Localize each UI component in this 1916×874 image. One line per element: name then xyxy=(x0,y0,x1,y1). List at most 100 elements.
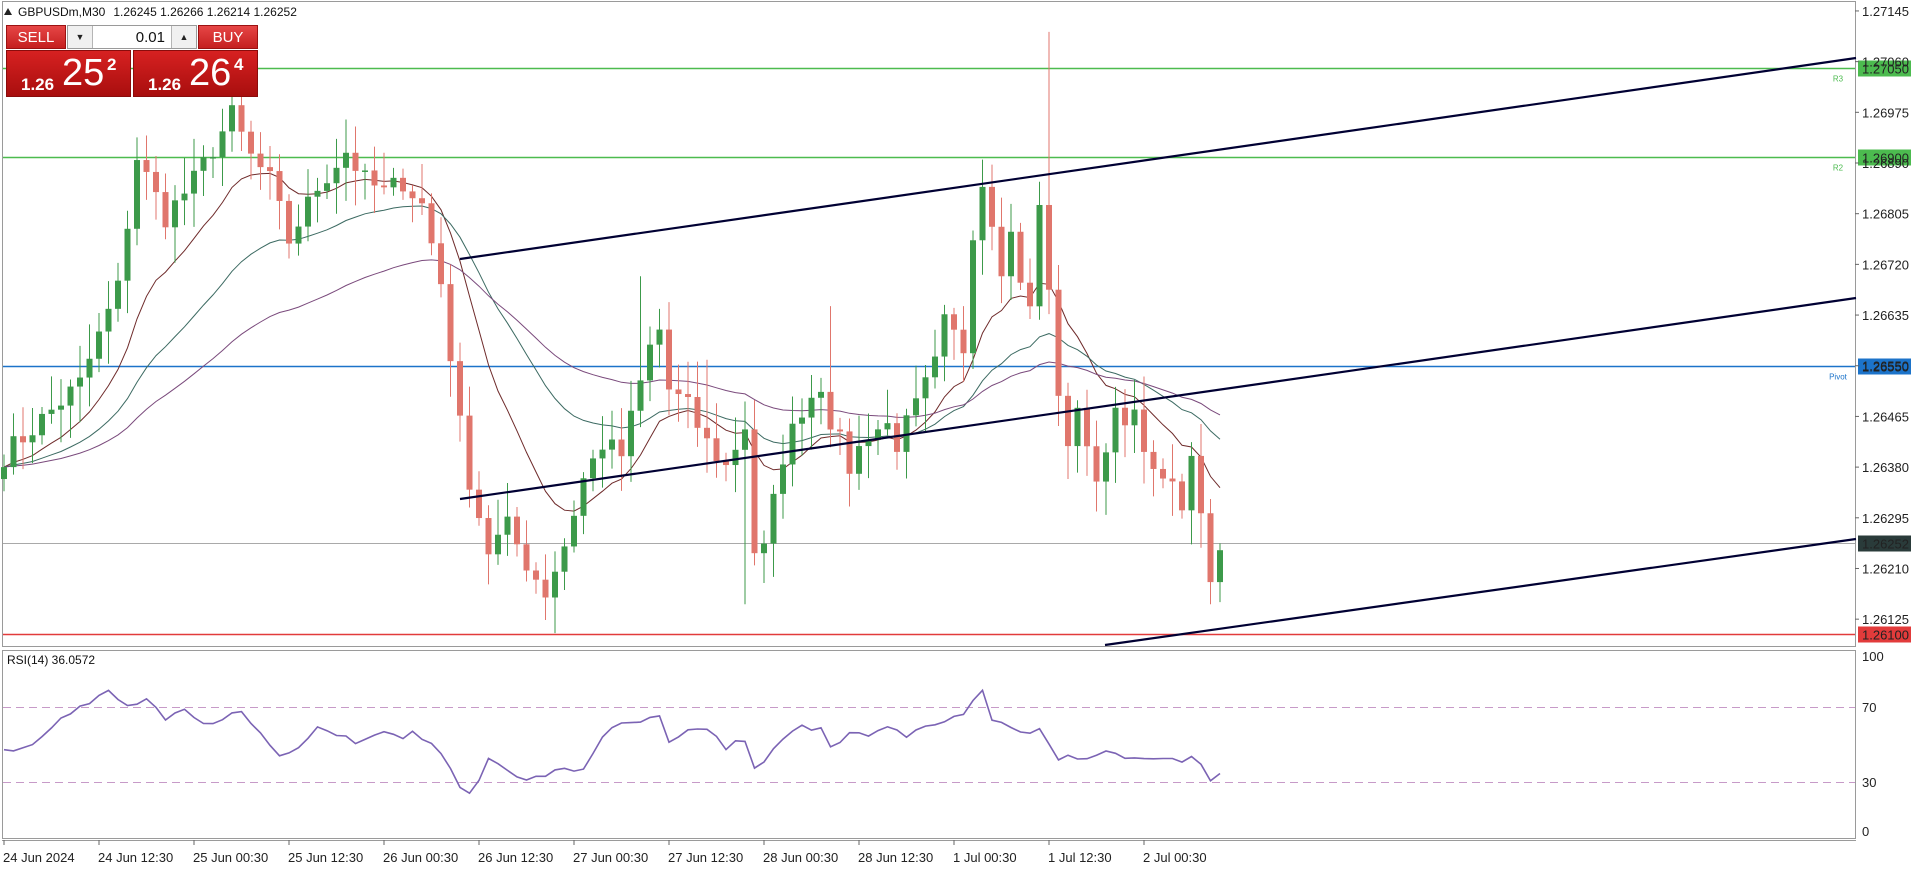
chevron-down-icon: ▼ xyxy=(75,32,85,42)
candle-body-56 xyxy=(533,570,539,580)
candle-body-23 xyxy=(219,131,226,158)
rsi-panel: 100 70 30 0 RSI(14) 36.0572 xyxy=(3,649,1884,839)
candles xyxy=(1,31,1223,634)
candle-body-28 xyxy=(267,167,273,172)
candle-body-59 xyxy=(561,546,568,572)
candle-body-107 xyxy=(1017,231,1024,283)
time-tick-label-12: 2 Jul 00:30 xyxy=(1143,850,1207,865)
candle-body-55 xyxy=(523,544,530,571)
candle-body-9 xyxy=(86,358,93,378)
price-tick-label-3: 1.26890 xyxy=(1862,156,1909,171)
time-tick-label-3: 25 Jun 12:30 xyxy=(288,850,363,865)
rsi-tick-label-1: 70 xyxy=(1862,700,1876,715)
candle-body-80 xyxy=(761,543,767,554)
price-tick-label-8: 1.26465 xyxy=(1862,409,1909,424)
candle-body-7 xyxy=(67,386,74,406)
candle-body-64 xyxy=(609,439,615,450)
candle-body-113 xyxy=(1074,407,1081,447)
candle-body-121 xyxy=(1150,451,1157,469)
candle-body-99 xyxy=(941,314,948,357)
candle-body-17 xyxy=(162,192,169,228)
candle-body-5 xyxy=(48,409,55,414)
levels-layer: R3 R2 Pivot xyxy=(3,67,1855,636)
candle-body-87 xyxy=(827,391,834,430)
candle-body-19 xyxy=(181,193,188,201)
candle-body-65 xyxy=(618,439,625,457)
candle-body-114 xyxy=(1084,407,1090,447)
candle-body-85 xyxy=(808,397,815,418)
candle-body-86 xyxy=(818,391,824,398)
sell-price-button[interactable]: 1.26 25 2 xyxy=(6,50,131,97)
candle-body-6 xyxy=(58,405,64,410)
candle-body-48 xyxy=(457,361,463,416)
candle-body-73 xyxy=(694,396,701,428)
rsi-tick-label-2: 30 xyxy=(1862,775,1876,790)
price-tick-label-12: 1.26125 xyxy=(1862,612,1909,627)
candle-body-49 xyxy=(466,415,473,490)
candle-body-125 xyxy=(1188,455,1195,511)
candle-body-30 xyxy=(286,200,292,244)
price-chart[interactable]: R3R2Pivot 1.270501.269001.265501.261001.… xyxy=(0,0,1916,874)
time-tick-label-7: 27 Jun 12:30 xyxy=(668,850,743,865)
candle-body-51 xyxy=(485,518,492,555)
sell-price-fraction: 2 xyxy=(107,55,117,74)
candle-body-110 xyxy=(1046,204,1052,290)
buy-price-button[interactable]: 1.26 26 4 xyxy=(133,50,258,97)
price-tick-label-7: 1.26550 xyxy=(1862,359,1909,374)
level-label-1: R2 xyxy=(1833,164,1844,173)
candle-body-117 xyxy=(1112,407,1119,453)
candle-body-74 xyxy=(704,427,710,439)
candle-body-25 xyxy=(238,105,245,132)
candle-body-57 xyxy=(542,579,549,598)
sell-price-prefix: 1.26 xyxy=(21,75,55,94)
candle-body-53 xyxy=(504,516,511,535)
time-tick-label-2: 25 Jun 00:30 xyxy=(193,850,268,865)
sell-button[interactable]: SELL xyxy=(6,25,66,49)
candle-body-66 xyxy=(628,410,634,457)
candle-body-20 xyxy=(191,170,197,194)
candle-body-46 xyxy=(438,243,444,285)
candle-body-61 xyxy=(580,478,587,516)
candle-body-98 xyxy=(932,356,938,378)
price-tag-4: 1.26252 xyxy=(1862,537,1909,552)
candle-body-32 xyxy=(305,196,311,227)
candle-body-119 xyxy=(1131,409,1138,426)
candle-body-71 xyxy=(675,389,682,395)
price-tag-3: 1.26100 xyxy=(1862,628,1909,643)
time-tick-label-8: 28 Jun 00:30 xyxy=(763,850,838,865)
candle-body-123 xyxy=(1169,478,1176,482)
collapse-triangle-icon[interactable] xyxy=(4,8,12,15)
level-label-0: R3 xyxy=(1833,75,1844,84)
candle-body-54 xyxy=(514,516,520,545)
candle-body-120 xyxy=(1141,409,1147,452)
candle-body-34 xyxy=(324,183,330,191)
trendline-upper[interactable] xyxy=(459,56,1857,261)
rsi-tick-label-3: 0 xyxy=(1862,824,1869,839)
buy-price-fraction: 4 xyxy=(234,55,244,74)
candle-body-109 xyxy=(1036,204,1043,307)
lot-increase-button[interactable]: ▲ xyxy=(171,26,196,48)
candle-body-122 xyxy=(1160,468,1166,479)
lot-size-input[interactable] xyxy=(93,26,171,48)
price-tick-label-5: 1.26720 xyxy=(1862,257,1909,272)
candle-body-41 xyxy=(390,177,397,188)
one-click-trading-panel: SELL ▼ ▲ BUY 1.26 25 2 1.26 26 4 xyxy=(6,25,258,97)
rsi-panel-frame xyxy=(2,650,1856,839)
chevron-up-icon: ▲ xyxy=(179,32,189,42)
candle-body-112 xyxy=(1065,395,1071,447)
buy-button[interactable]: BUY xyxy=(198,25,258,49)
candle-body-15 xyxy=(143,160,150,172)
candle-body-118 xyxy=(1122,407,1128,426)
candle-body-72 xyxy=(685,394,691,397)
candle-body-29 xyxy=(276,171,283,201)
candle-body-24 xyxy=(229,105,235,132)
time-axis: 24 Jun 2024 24 Jun 12:30 25 Jun 00:30 25 Ju… xyxy=(3,840,1207,865)
lot-decrease-button[interactable]: ▼ xyxy=(68,26,93,48)
price-tick-label-6: 1.26635 xyxy=(1862,308,1909,323)
candle-body-62 xyxy=(590,458,596,479)
price-axis: 1.27145 1.27060 1.26975 1.26890 1.26805 1.267… xyxy=(1855,4,1909,627)
candle-body-90 xyxy=(856,446,862,474)
candle-body-39 xyxy=(371,170,378,186)
time-tick-label-1: 24 Jun 12:30 xyxy=(98,850,173,865)
buy-price-prefix: 1.26 xyxy=(148,75,182,94)
